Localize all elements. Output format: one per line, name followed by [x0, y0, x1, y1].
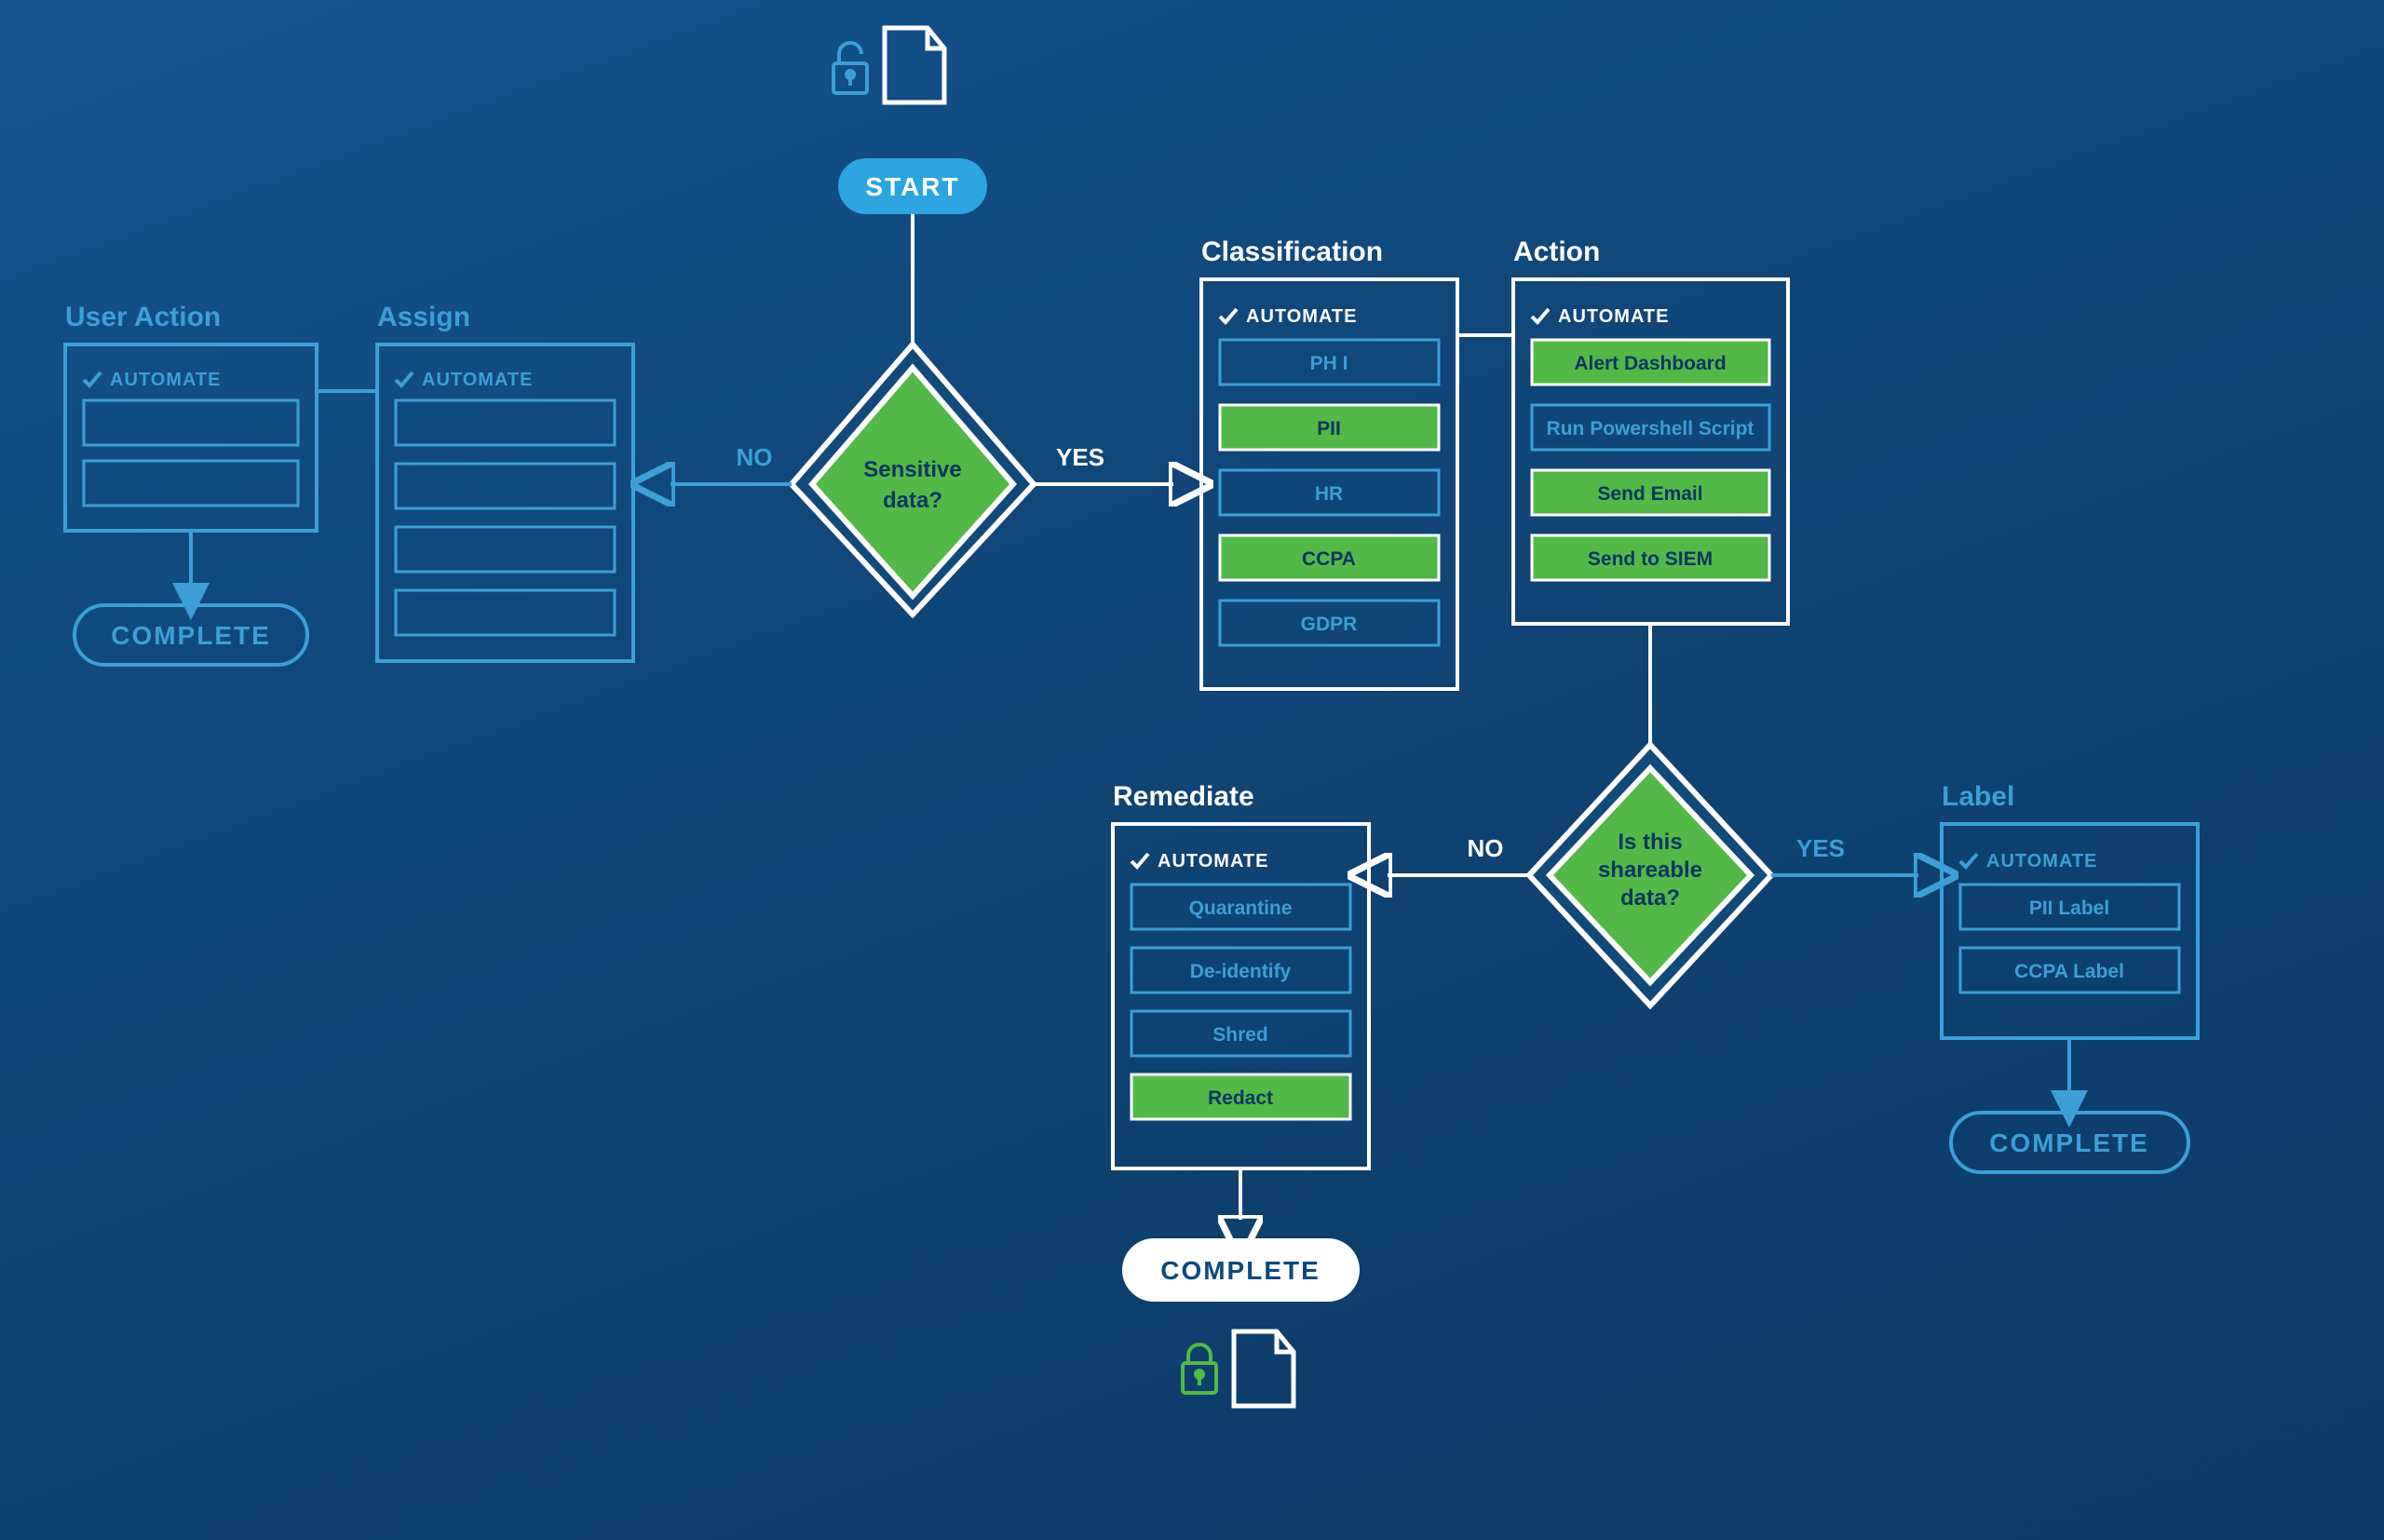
svg-text:Run Powershell Script: Run Powershell Script — [1547, 418, 1754, 439]
panel-label: Label AUTOMATE PII Label CCPA Label — [1942, 781, 2198, 1038]
svg-text:Send to SIEM: Send to SIEM — [1588, 548, 1713, 570]
automate-label: AUTOMATE — [422, 370, 533, 390]
check-icon — [396, 372, 413, 385]
decision1-line2: data? — [883, 488, 942, 513]
automate-label: AUTOMATE — [1558, 306, 1669, 327]
flow-diagram: START Sensitive data? NO YES User Action… — [0, 0, 2384, 1540]
panel-assign: Assign AUTOMATE — [377, 302, 633, 661]
check-icon — [1131, 854, 1148, 867]
decision-sensitive-data: Sensitive data? — [792, 344, 1034, 615]
svg-text:PH I: PH I — [1310, 353, 1348, 374]
check-icon — [1532, 309, 1549, 322]
panel-action: Action AUTOMATE Alert Dashboard Run Powe… — [1513, 236, 1788, 624]
assign-item-1 — [396, 400, 615, 445]
complete-label: COMPLETE — [111, 621, 271, 650]
svg-text:CCPA: CCPA — [1302, 548, 1356, 570]
svg-text:De-identify: De-identify — [1190, 961, 1292, 982]
panel-user-action-title: User Action — [65, 302, 221, 332]
panel-remediate-title: Remediate — [1113, 781, 1254, 812]
assign-item-3 — [396, 527, 615, 572]
start-node: START — [838, 158, 987, 214]
assign-item-4 — [396, 590, 615, 635]
no-label-1: NO — [737, 443, 773, 471]
unlocked-doc-icon — [833, 28, 944, 102]
complete-label-node: COMPLETE — [1951, 1113, 2188, 1172]
complete-label: COMPLETE — [1989, 1128, 2149, 1157]
locked-doc-icon — [1183, 1331, 1294, 1406]
complete-label: COMPLETE — [1160, 1256, 1321, 1285]
panel-action-title: Action — [1513, 236, 1600, 267]
decision-shareable-data: Is this shareable data? — [1529, 745, 1771, 1006]
check-icon — [1960, 854, 1977, 867]
automate-label: AUTOMATE — [110, 370, 221, 390]
automate-label: AUTOMATE — [1986, 851, 2097, 871]
assign-item-2 — [396, 464, 615, 508]
decision1-line1: Sensitive — [863, 457, 961, 482]
svg-text:PII: PII — [1317, 418, 1341, 439]
user-action-item-2 — [84, 461, 298, 506]
decision2-line3: data? — [1620, 885, 1680, 911]
svg-text:PII Label: PII Label — [2029, 898, 2109, 919]
yes-label-1: YES — [1056, 443, 1104, 471]
automate-label: AUTOMATE — [1158, 851, 1268, 871]
svg-text:Redact: Redact — [1208, 1087, 1273, 1109]
svg-text:Shred: Shred — [1212, 1024, 1268, 1046]
check-icon — [1220, 309, 1237, 322]
automate-label: AUTOMATE — [1246, 306, 1357, 327]
no-label-2: NO — [1468, 834, 1504, 862]
panel-user-action: User Action AUTOMATE — [65, 302, 317, 531]
yes-label-2: YES — [1796, 834, 1845, 862]
panel-assign-title: Assign — [377, 302, 470, 332]
decision2-line1: Is this — [1618, 830, 1682, 855]
svg-text:HR: HR — [1315, 483, 1343, 505]
panel-classification: Classification AUTOMATE PH I PII HR CCPA… — [1201, 236, 1457, 689]
complete-user-action: COMPLETE — [74, 605, 307, 665]
complete-remediate: COMPLETE — [1122, 1238, 1360, 1302]
start-label: START — [865, 172, 959, 201]
user-action-item-1 — [84, 400, 298, 445]
svg-text:Send Email: Send Email — [1597, 483, 1702, 505]
svg-text:CCPA Label: CCPA Label — [2014, 961, 2124, 982]
panel-label-title: Label — [1942, 781, 2014, 812]
panel-remediate: Remediate AUTOMATE Quarantine De-identif… — [1113, 781, 1369, 1169]
decision2-line2: shareable — [1598, 858, 1702, 883]
svg-text:Quarantine: Quarantine — [1189, 898, 1293, 919]
svg-text:GDPR: GDPR — [1301, 614, 1358, 635]
check-icon — [84, 372, 101, 385]
svg-text:Alert Dashboard: Alert Dashboard — [1574, 353, 1726, 374]
panel-classification-title: Classification — [1201, 236, 1383, 267]
